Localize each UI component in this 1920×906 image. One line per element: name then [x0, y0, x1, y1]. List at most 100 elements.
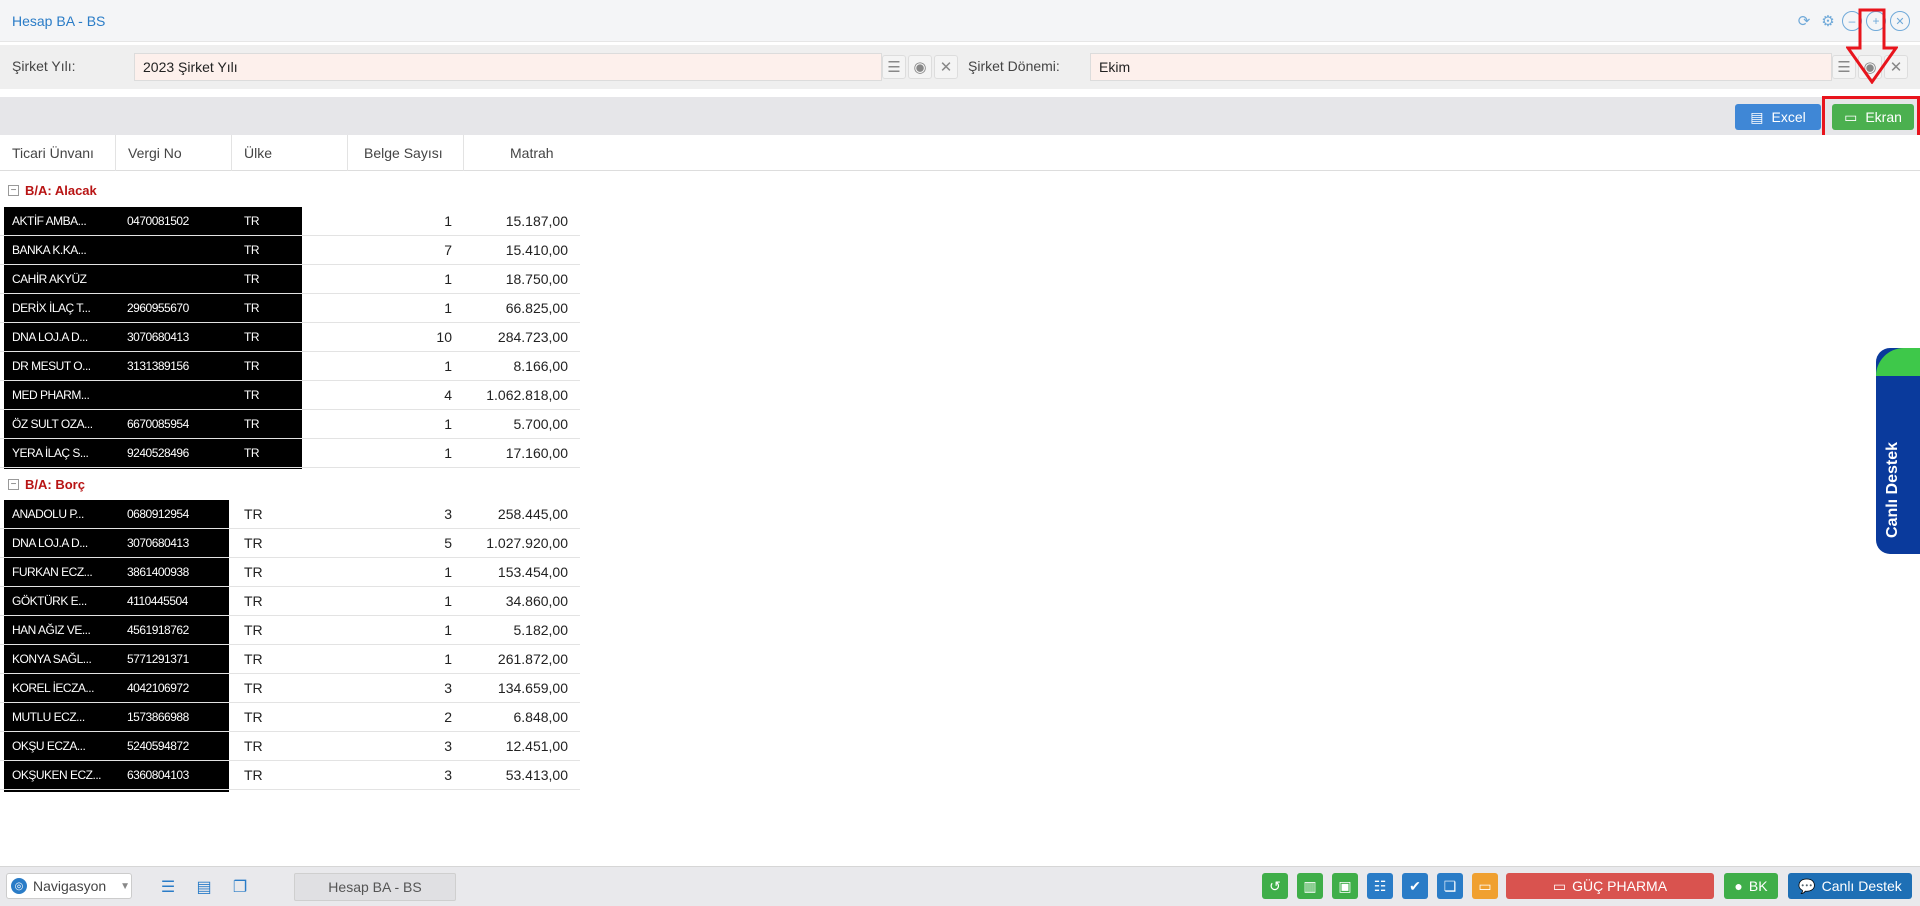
cell-ticari-unvani: DNA LOJ.A D...	[12, 330, 88, 344]
table-row[interactable]: OKŞUKEN ECZ... 6360804103 TR 3 53.413,00	[0, 761, 580, 790]
cell-matrah: 17.160,00	[505, 445, 568, 461]
cell-belge-sayisi: 1	[444, 358, 452, 374]
live-support-tab[interactable]: Canlı Destek	[1876, 348, 1920, 554]
excel-button[interactable]: ▤ Excel	[1735, 104, 1821, 130]
cell-ticari-unvani: KOREL İECZA...	[12, 681, 94, 695]
user-icon: ●	[1734, 878, 1743, 894]
grid-header: Ticari Ünvanı Vergi No Ülke Belge Sayısı…	[0, 135, 1920, 171]
table-row[interactable]: DERİX İLAÇ T... 2960955670 TR 1 66.825,00	[0, 294, 580, 323]
cell-vergi-no: 5771291371	[127, 652, 189, 666]
col-ulke[interactable]: Ülke	[232, 135, 348, 171]
cell-matrah: 5.700,00	[513, 416, 569, 432]
company-period-field[interactable]: Ekim	[1090, 53, 1832, 81]
table-row[interactable]: BANKA K.KA... TR 7 15.410,00	[0, 236, 580, 265]
split-view-icon[interactable]: ▤	[192, 875, 216, 899]
table-row[interactable]: ANADOLU P... 0680912954 TR 3 258.445,00	[0, 500, 580, 529]
cell-vergi-no: 9240528496	[127, 446, 189, 460]
company-year-label: Şirket Yılı:	[12, 58, 76, 74]
cell-belge-sayisi: 1	[444, 593, 452, 609]
cell-vergi-no: 0470081502	[127, 214, 189, 228]
collapse-icon[interactable]: −	[8, 478, 19, 490]
chart-icon[interactable]: ▥	[1297, 873, 1323, 899]
col-belge-sayisi[interactable]: Belge Sayısı	[348, 135, 464, 171]
table-row[interactable]: GÖKTÜRK E... 4110445504 TR 1 34.860,00	[0, 587, 580, 616]
user-label: BK	[1748, 878, 1768, 894]
history-icon[interactable]: ↺	[1262, 873, 1288, 899]
cell-vergi-no: 4561918762	[127, 623, 189, 637]
cell-matrah: 15.187,00	[505, 213, 568, 229]
cell-matrah: 284.723,00	[497, 329, 568, 345]
table-row[interactable]: FURKAN ECZ... 3861400938 TR 1 153.454,00	[0, 558, 580, 587]
cell-ticari-unvani: OKŞUKEN ECZ...	[12, 768, 102, 782]
money-icon[interactable]: ▣	[1332, 873, 1358, 899]
table-row[interactable]: HAN AĞIZ VE... 4561918762 TR 1 5.182,00	[0, 616, 580, 645]
table-row[interactable]: OKŞU ECZA... 5240594872 TR 3 12.451,00	[0, 732, 580, 761]
chevron-down-icon: ▼	[120, 880, 131, 892]
user-button[interactable]: ● BK	[1724, 873, 1778, 899]
col-matrah[interactable]: Matrah	[464, 135, 580, 171]
group-alacak[interactable]: − B/A: Alacak	[8, 180, 97, 200]
col-vergi-no[interactable]: Vergi No	[116, 135, 232, 171]
group-label: B/A: Alacak	[25, 182, 97, 198]
gear-icon[interactable]: ⚙	[1818, 11, 1838, 31]
check-icon[interactable]: ✔	[1402, 873, 1428, 899]
cell-ulke: TR	[244, 359, 260, 373]
cell-ulke: TR	[244, 680, 263, 696]
app-window: Hesap BA - BS ⟳ ⚙ – + ✕ Şirket Yılı: 202…	[0, 0, 1920, 866]
cell-belge-sayisi: 1	[444, 213, 452, 229]
refresh-icon[interactable]: ⟳	[1794, 11, 1814, 31]
table-row[interactable]: DNA LOJ.A D... 3070680413 TR 10 284.723,00	[0, 323, 580, 352]
cell-ticari-unvani: BANKA K.KA...	[12, 243, 87, 257]
col-ticari-unvani[interactable]: Ticari Ünvanı	[0, 135, 116, 171]
table-row[interactable]: AKTİF AMBA... 0470081502 TR 1 15.187,00	[0, 207, 580, 236]
task-hesap-ba-bs[interactable]: Hesap BA - BS	[294, 873, 456, 901]
cell-ticari-unvani: DNA LOJ.A D...	[12, 536, 88, 550]
group-borc[interactable]: − B/A: Borç	[8, 474, 85, 494]
cell-belge-sayisi: 5	[444, 535, 452, 551]
cell-ulke: TR	[244, 272, 260, 286]
table-row[interactable]: CAHİR AKYÜZ TR 1 18.750,00	[0, 265, 580, 294]
table-row[interactable]: MUTLU ECZ... 1573866988 TR 2 6.848,00	[0, 703, 580, 732]
cell-vergi-no: 1573866988	[127, 710, 189, 724]
cell-matrah: 5.182,00	[513, 622, 569, 638]
cell-ulke: TR	[244, 214, 260, 228]
cell-vergi-no	[127, 381, 227, 409]
clear-icon[interactable]: ✕	[934, 55, 958, 79]
cell-ticari-unvani: KONYA SAĞL...	[12, 652, 92, 666]
table-row[interactable]: DR MESUT O... 3131389156 TR 1 8.166,00	[0, 352, 580, 381]
list-icon[interactable]: ☰	[882, 55, 906, 79]
eye-icon[interactable]: ◉	[908, 55, 932, 79]
app-logo-icon: ◎	[11, 878, 27, 894]
company-label: GÜÇ PHARMA	[1572, 878, 1668, 894]
company-button[interactable]: ▭ GÜÇ PHARMA	[1506, 873, 1714, 899]
windows-icon[interactable]: ❐	[228, 875, 252, 899]
table-row[interactable]: ÖZ SULT OZA... 6670085954 TR 1 5.700,00	[0, 410, 580, 439]
cell-belge-sayisi: 1	[444, 622, 452, 638]
table-row[interactable]: KOREL İECZA... 4042106972 TR 3 134.659,00	[0, 674, 580, 703]
cell-ulke: TR	[244, 651, 263, 667]
cell-belge-sayisi: 4	[444, 387, 452, 403]
cell-belge-sayisi: 1	[444, 416, 452, 432]
table-row[interactable]: YERA İLAÇ S... 9240528496 TR 1 17.160,00	[0, 439, 580, 468]
cell-ticari-unvani: YERA İLAÇ S...	[12, 446, 89, 460]
cell-matrah: 1.062.818,00	[486, 387, 568, 403]
form-icon[interactable]: ☷	[1367, 873, 1393, 899]
live-support-button[interactable]: 💬 Canlı Destek	[1788, 873, 1912, 899]
company-year-field[interactable]: 2023 Şirket Yılı	[134, 53, 882, 81]
list-view-icon[interactable]: ☰	[156, 875, 180, 899]
cell-belge-sayisi: 1	[444, 445, 452, 461]
table-row[interactable]: DNA LOJ.A D... 3070680413 TR 5 1.027.920,00	[0, 529, 580, 558]
navigation-dropdown[interactable]: ◎ Navigasyon ▼	[6, 873, 132, 899]
collapse-icon[interactable]: −	[8, 184, 19, 196]
monitor-icon[interactable]: ▭	[1472, 873, 1498, 899]
taskbar: ◎ Navigasyon ▼ ☰ ▤ ❐ Hesap BA - BS ↺ ▥ ▣…	[0, 866, 1920, 906]
cell-matrah: 261.872,00	[497, 651, 568, 667]
copy-icon[interactable]: ❏	[1437, 873, 1463, 899]
cell-ulke: TR	[244, 622, 263, 638]
cell-matrah: 6.848,00	[513, 709, 569, 725]
cell-matrah: 1.027.920,00	[486, 535, 568, 551]
cell-vergi-no: 3070680413	[127, 536, 189, 550]
cell-matrah: 8.166,00	[513, 358, 569, 374]
table-row[interactable]: KONYA SAĞL... 5771291371 TR 1 261.872,00	[0, 645, 580, 674]
table-row[interactable]: MED PHARM... TR 4 1.062.818,00	[0, 381, 580, 410]
